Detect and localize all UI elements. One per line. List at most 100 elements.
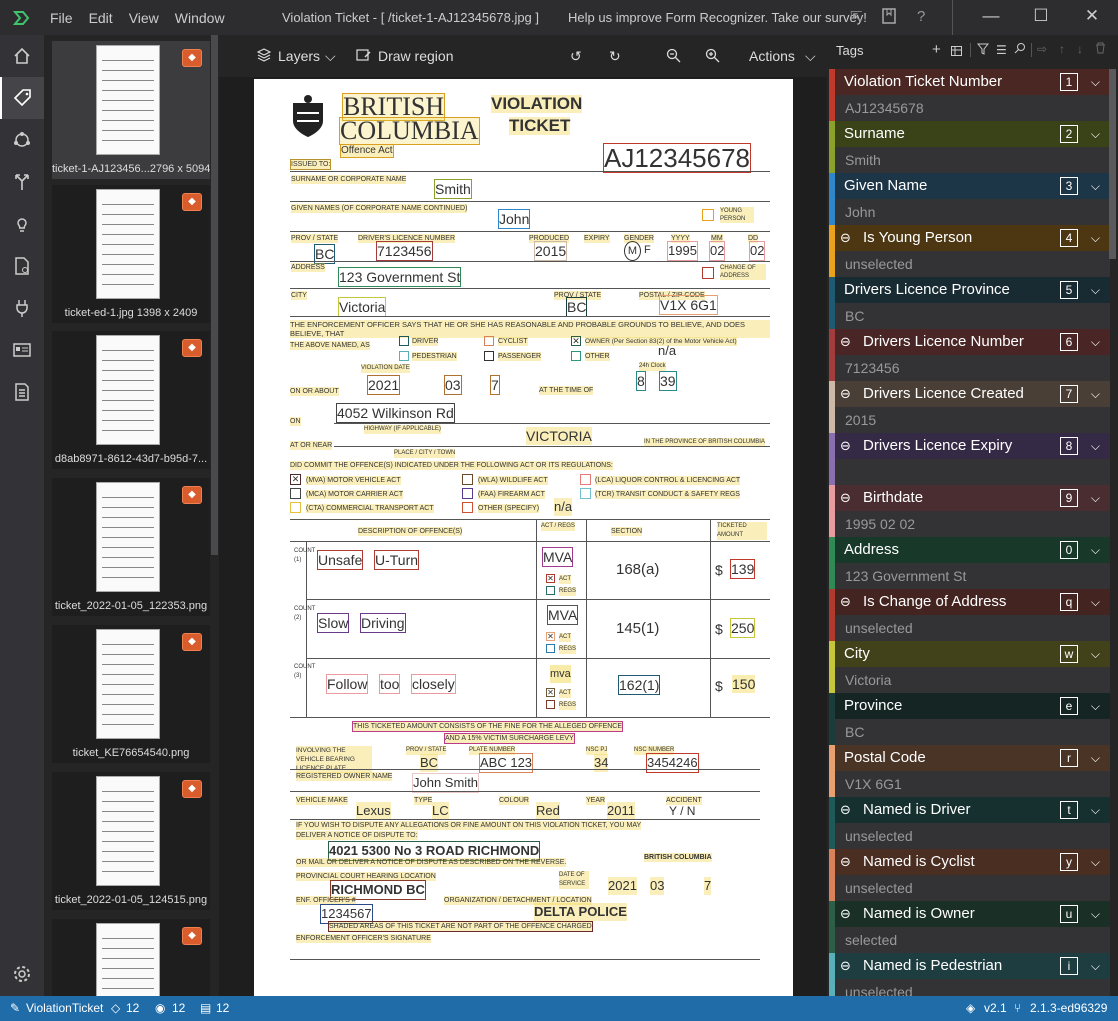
driver-checkbox[interactable] [399, 336, 409, 346]
rotate-left-icon[interactable]: ↺ [570, 48, 582, 65]
id-card-icon[interactable] [0, 329, 44, 371]
faa-checkbox[interactable] [462, 488, 473, 499]
document-thumbnail[interactable]: ◆ ticket-1-AJ123456...2796 x 5094 [52, 41, 210, 179]
offence-2-act[interactable]: MVA [547, 605, 579, 625]
offence-3-word-3[interactable]: closely [411, 674, 456, 694]
tag-item[interactable]: City w ⌵ Victoria [829, 641, 1110, 693]
chevron-down-icon[interactable]: ⌵ [1091, 433, 1100, 459]
street-field[interactable]: 4052 Wilkinson Rd [336, 403, 455, 423]
offence-3-act-checkbox[interactable]: ✕ [546, 688, 555, 697]
tag-item[interactable]: ⊖ Is Change of Address q ⌵ unselected [829, 589, 1110, 641]
chevron-down-icon[interactable]: ⌵ [1091, 589, 1100, 615]
document-thumbnail[interactable]: ◆ ticket_KE76654540.png [52, 625, 210, 763]
gender-f-option[interactable]: F [644, 241, 651, 259]
tag-header[interactable]: ⊖ Birthdate 9 ⌵ [829, 485, 1110, 511]
offence-3-amount[interactable]: 150 [732, 675, 756, 693]
address-field[interactable]: 123 Government St [338, 267, 462, 287]
place-field[interactable]: VICTORIA [526, 427, 592, 445]
tag-header[interactable]: ⊖ Named is Owner u ⌵ [829, 901, 1110, 927]
thumbnail-scrollbar[interactable] [211, 35, 218, 555]
tag-item[interactable]: Address 0 ⌵ 123 Government St [829, 537, 1110, 589]
document-thumbnail[interactable]: ◆ ticket_2022-01-05_124515.png [52, 772, 210, 910]
zoom-in-icon[interactable] [705, 48, 720, 66]
document-thumbnail[interactable]: ◆ [52, 919, 210, 996]
tag-item[interactable]: Surname 2 ⌵ Smith [829, 121, 1110, 173]
chevron-down-icon[interactable]: ⌵ [1091, 693, 1100, 719]
province-field[interactable]: BC [566, 297, 588, 317]
tag-item[interactable]: Postal Code r ⌵ V1X 6G1 [829, 745, 1110, 797]
chevron-down-icon[interactable]: ⌵ [1091, 537, 1100, 563]
dl-number-field[interactable]: 7123456 [376, 241, 433, 261]
survey-link[interactable]: Help us improve Form Recognizer. Take ou… [568, 10, 867, 25]
lca-checkbox[interactable] [580, 474, 591, 485]
other-act-checkbox[interactable] [462, 502, 473, 513]
service-year-field[interactable]: 2021 [608, 877, 637, 895]
nsc-number-field[interactable]: 3454246 [646, 753, 699, 773]
tag-header[interactable]: Surname 2 ⌵ [829, 121, 1110, 147]
tag-header[interactable]: Province e ⌵ [829, 693, 1110, 719]
chevron-down-icon[interactable]: ⌵ [1091, 121, 1100, 147]
surname-field[interactable]: Smith [434, 179, 472, 199]
chevron-down-icon[interactable]: ⌵ [1091, 849, 1100, 875]
document-thumbnail[interactable]: ◆ ticket-ed-1.jpg 1398 x 2409 [52, 185, 210, 323]
ticket-number-field[interactable]: AJ12345678 [603, 143, 752, 173]
maximize-button[interactable]: ☐ [1018, 6, 1064, 26]
chevron-down-icon[interactable]: ⌵ [1091, 485, 1100, 511]
chevron-down-icon[interactable]: ⌵ [1091, 641, 1100, 667]
tag-icon[interactable] [0, 77, 44, 119]
offence-2-regs-checkbox[interactable] [546, 644, 555, 653]
add-tag-icon[interactable]: + [932, 41, 941, 58]
violation-hour-field[interactable]: 8 [636, 371, 646, 391]
chevron-down-icon[interactable]: ⌵ [1091, 329, 1100, 355]
offence-3-act[interactable]: mva [550, 665, 571, 683]
draw-region-icon[interactable] [356, 48, 371, 65]
plug-icon[interactable] [0, 287, 44, 329]
mva-checkbox[interactable]: ✕ [290, 474, 301, 485]
tag-item[interactable]: ⊖ Named is Owner u ⌵ selected [829, 901, 1110, 953]
tag-item[interactable]: ⊖ Named is Pedestrian i ⌵ unselected [829, 953, 1110, 996]
delete-icon[interactable] [1095, 42, 1106, 57]
tag-header[interactable]: ⊖ Drivers Licence Expiry 8 ⌵ [829, 433, 1110, 459]
tag-item[interactable]: ⊖ Drivers Licence Created 7 ⌵ 2015 [829, 381, 1110, 433]
settings-gear-icon[interactable] [0, 953, 44, 995]
change-of-address-checkbox[interactable] [702, 267, 714, 279]
chevron-down-icon[interactable]: ⌵ [805, 48, 816, 65]
offence-1-section[interactable]: 168(a) [616, 561, 659, 579]
chevron-down-icon[interactable]: ⌵ [1091, 277, 1100, 303]
share-icon[interactable]: ⇱ [850, 8, 863, 26]
detachment-field[interactable]: DELTA POLICE [534, 903, 627, 921]
cta-checkbox[interactable] [290, 502, 301, 513]
document-canvas[interactable]: BRITISH COLUMBIA Offence Act VIOLATION T… [219, 77, 827, 996]
document-thumbnail[interactable]: ◆ d8ab8971-8612-43d7-b95d-7... [52, 331, 210, 469]
offence-2-word-2[interactable]: Driving [360, 613, 406, 633]
tag-header[interactable]: ⊖ Named is Cyclist y ⌵ [829, 849, 1110, 875]
chevron-down-icon[interactable]: ⌵ [325, 48, 336, 65]
tag-header[interactable]: Given Name 3 ⌵ [829, 173, 1110, 199]
document-thumbnail[interactable]: ◆ ticket_2022-01-05_122353.png [52, 478, 210, 616]
offence-1-act-checkbox[interactable]: ✕ [546, 574, 555, 583]
home-icon[interactable] [0, 35, 44, 77]
tag-item[interactable]: ⊖ Is Young Person 4 ⌵ unselected [829, 225, 1110, 277]
tag-header[interactable]: Drivers Licence Province 5 ⌵ [829, 277, 1110, 303]
chevron-down-icon[interactable]: ⌵ [1091, 797, 1100, 823]
tag-header[interactable]: ⊖ Drivers Licence Created 7 ⌵ [829, 381, 1110, 407]
tag-header[interactable]: ⊖ Is Young Person 4 ⌵ [829, 225, 1110, 251]
violation-year-field[interactable]: 2021 [367, 375, 401, 395]
service-month-field[interactable]: 03 [650, 877, 665, 895]
tag-header[interactable]: ⊖ Is Change of Address q ⌵ [829, 589, 1110, 615]
violation-day-field[interactable]: 7 [490, 375, 500, 395]
chevron-down-icon[interactable]: ⌵ [1091, 953, 1100, 979]
offence-3-regs-checkbox[interactable] [546, 700, 555, 709]
registered-owner-field[interactable]: John Smith [412, 773, 480, 793]
chevron-down-icon[interactable]: ⌵ [1091, 69, 1100, 95]
young-person-checkbox[interactable] [702, 209, 714, 221]
tag-header[interactable]: Violation Ticket Number 1 ⌵ [829, 69, 1110, 95]
tag-header[interactable]: Postal Code r ⌵ [829, 745, 1110, 771]
draw-region-button[interactable]: Draw region [378, 48, 453, 64]
offence-1-word-2[interactable]: U-Turn [374, 550, 420, 570]
document-settings-icon[interactable] [0, 245, 44, 287]
help-icon[interactable]: ? [917, 8, 925, 25]
cyclist-checkbox[interactable] [484, 336, 494, 346]
menu-window[interactable]: Window [167, 10, 233, 26]
tag-item[interactable]: ⊖ Drivers Licence Number 6 ⌵ 7123456 [829, 329, 1110, 381]
